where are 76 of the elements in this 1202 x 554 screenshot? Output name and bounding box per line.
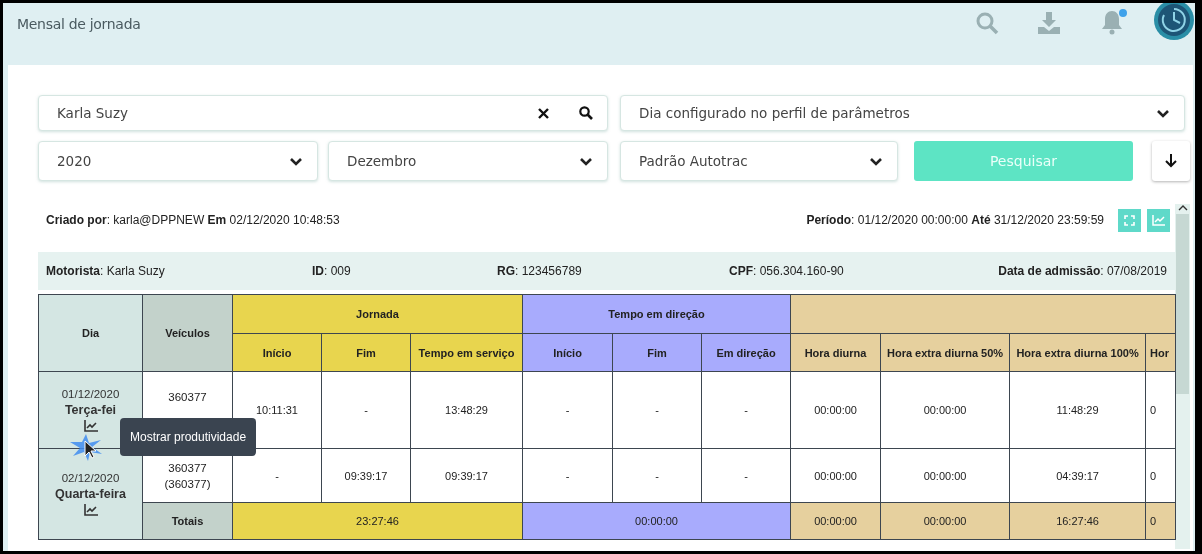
date-text: 01/12/2020 (61, 388, 120, 400)
table-cell: 04:39:17 (1056, 469, 1099, 482)
month-select[interactable]: Dezembro (328, 141, 608, 181)
group-header: Jornada (232, 294, 523, 334)
column-header: Dia (38, 294, 143, 372)
date-text: 02/12/2020 (61, 472, 120, 484)
table-cell: - (655, 404, 659, 416)
day-mode-select[interactable]: Dia configurado no perfil de parâmetros (620, 95, 1185, 131)
scroll-up-icon[interactable] (1177, 204, 1188, 212)
chevron-down-icon (869, 156, 883, 166)
column-header: Hora extra diurna 100% (1009, 333, 1146, 372)
expand-icon (1124, 214, 1135, 226)
table-cell: - (744, 404, 748, 416)
driver-info-text: Data de admissão: 07/08/2019 (998, 264, 1167, 278)
column-header: Hora diurna (790, 333, 881, 372)
group-header: Tempo em direção (522, 294, 791, 334)
clear-icon[interactable] (538, 107, 549, 119)
total-cell: 23:27:46 (356, 515, 399, 527)
year-select[interactable]: 2020 (38, 141, 318, 181)
scrollbar[interactable] (1175, 204, 1190, 549)
search-icon[interactable] (579, 106, 593, 120)
line-chart-icon[interactable] (83, 420, 98, 432)
table-cell: 10:11:31 (256, 404, 298, 416)
page-title: Mensal de jornada (17, 16, 141, 32)
table-cell: 00:00:00 (814, 469, 857, 482)
column-header: Em direção (701, 333, 791, 372)
created-by-text: Criado por: karla@DPPNEW Em 02/12/2020 10:48:53 (46, 213, 340, 227)
table-cell: 00:00:00 (923, 404, 967, 416)
table-cell: - (275, 469, 279, 482)
profile-select[interactable]: Padrão Autotrac (620, 141, 898, 181)
table-cell: 13:48:29 (445, 404, 488, 416)
total-cell: 00:00:00 (923, 515, 967, 527)
driver-info-text: CPF: 056.304.160-90 (729, 264, 845, 278)
total-cell: 16:27:46 (1056, 515, 1099, 527)
table-cell: - (565, 404, 570, 416)
table-cell: 09:39:17 (344, 469, 388, 482)
table-cell: 11:48:29 (1056, 404, 1099, 416)
line-chart-icon[interactable] (83, 504, 98, 516)
column-header: Hora extra diurna 50% (880, 333, 1010, 372)
vehicle-cell-text: 360377 (360377) (163, 460, 212, 492)
total-cell: 00:00:00 (635, 515, 678, 527)
table-cell: 0 (1150, 404, 1157, 416)
total-cell: 00:00:00 (814, 515, 857, 527)
period-text: Período: 01/12/2020 00:00:00 Até 31/12/2020 23:59:59 (806, 213, 1104, 227)
driver-info-text: Motorista: Karla Suzy (46, 264, 166, 278)
chevron-down-icon (1156, 108, 1170, 118)
chevron-down-icon (579, 156, 593, 166)
column-header: Veículos (142, 294, 233, 372)
line-chart-icon (1152, 214, 1165, 226)
vehicle-cell-text: 360377 (167, 390, 208, 405)
column-header: Início (522, 333, 613, 372)
table-cell: - (565, 469, 570, 482)
tooltip: Mostrar produtividade (120, 418, 257, 456)
download-button[interactable] (1152, 141, 1190, 181)
column-header: Fim (612, 333, 702, 372)
arrow-down-icon (1165, 154, 1177, 168)
total-cell: 0 (1150, 515, 1157, 527)
table-cell: - (744, 469, 748, 482)
table-cell: 09:39:17 (445, 469, 488, 482)
table-cell: - (364, 404, 368, 416)
driver-info-text: RG: 123456789 (497, 264, 583, 278)
driver-info-text: ID: 009 (312, 264, 352, 278)
clock-avatar-icon[interactable] (1153, 3, 1195, 41)
weekday-text: Quarta-feira (55, 487, 126, 501)
column-header: Fim (321, 333, 411, 372)
weekday-text: Terça-fei (64, 403, 117, 417)
totals-label: Totais (171, 515, 204, 527)
driver-search-field[interactable]: Karla Suzy (38, 95, 608, 131)
table-cell: - (655, 469, 659, 482)
table-cell: 0 (1150, 469, 1157, 482)
table-cell: 00:00:00 (814, 404, 857, 416)
column-header: Tempo em serviço (410, 333, 523, 372)
column-header: Início (232, 333, 322, 372)
chevron-down-icon (289, 156, 303, 166)
table-cell: 00:00:00 (923, 469, 967, 482)
cursor-icon (68, 432, 104, 462)
